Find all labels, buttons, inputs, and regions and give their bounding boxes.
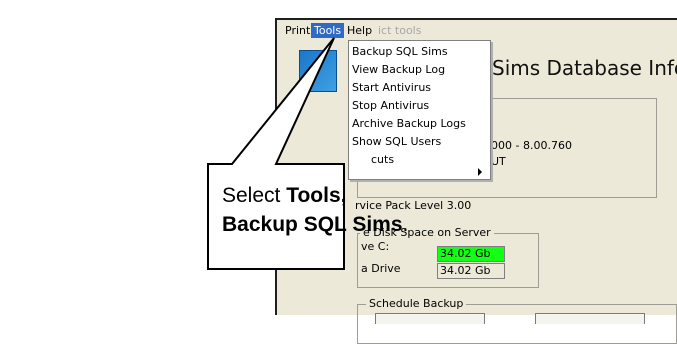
callout-suffix: . xyxy=(402,213,409,236)
callout-prefix: Select xyxy=(222,184,287,207)
callout-instruction: Select Tools, Backup SQL Sims. xyxy=(222,181,422,239)
callout-bubble xyxy=(207,37,345,270)
